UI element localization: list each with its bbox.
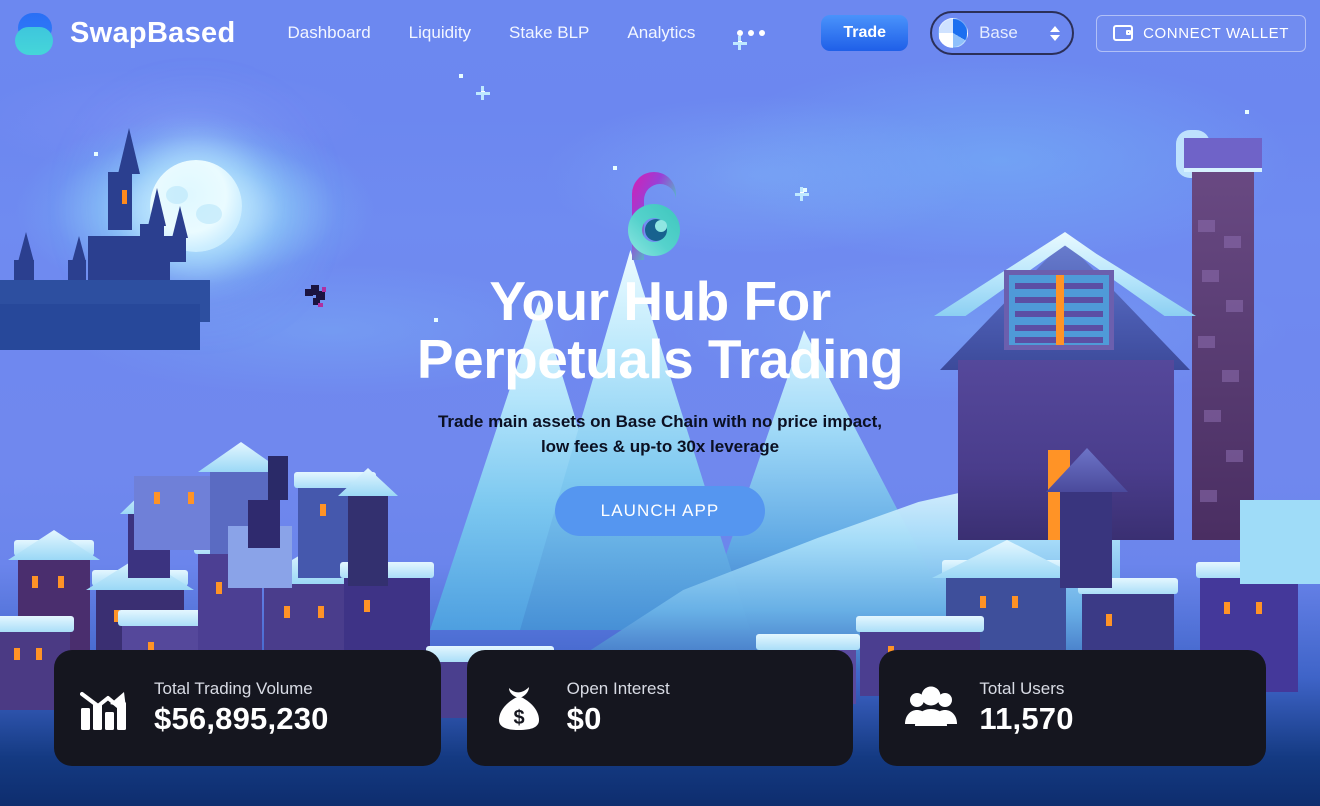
chevron-up-down-icon (1050, 25, 1061, 41)
hero-title-line-2: Perpetuals Trading (416, 328, 904, 391)
connect-wallet-button[interactable]: CONNECT WALLET (1096, 14, 1306, 52)
hero-subtitle-line-1: Trade main assets on Base Chain with no … (437, 411, 883, 431)
base-chain-icon (938, 18, 969, 48)
star-icon (1245, 110, 1249, 114)
stat-value: $0 (566, 701, 602, 736)
page-title: Your Hub For Perpetuals Trading (416, 270, 904, 391)
header-actions: Trade Base CONNECT WALLET (821, 11, 1306, 55)
nav-item-liquidity[interactable]: Liquidity (409, 23, 471, 43)
stats-row: Total Trading Volume $56,895,230 $ Open … (54, 650, 1267, 766)
wallet-icon (1113, 25, 1134, 41)
stat-text: Open Interest $0 (567, 679, 670, 737)
star-sparkle-icon (475, 86, 490, 100)
stat-label: Total Users (979, 679, 1065, 698)
app-header: SwapBased Dashboard Liquidity Stake BLP … (0, 0, 1320, 66)
bar-chart-growth-icon (80, 692, 126, 730)
hero-subtitle: Trade main assets on Base Chain with no … (438, 409, 882, 460)
trade-button[interactable]: Trade (821, 15, 909, 51)
stat-value: $56,895,230 (154, 701, 329, 736)
stat-text: Total Trading Volume $56,895,230 (154, 679, 329, 737)
brand-logo[interactable]: SwapBased (14, 11, 236, 55)
stat-card-open-interest: $ Open Interest $0 (466, 650, 854, 766)
star-icon (459, 74, 463, 78)
ellipsis-icon[interactable] (737, 30, 766, 36)
money-bag-icon: $ (498, 687, 539, 730)
swapbased-logo-icon (14, 11, 58, 55)
stat-card-total-users: Total Users 11,570 (879, 650, 1267, 766)
page-root: SwapBased Dashboard Liquidity Stake BLP … (0, 0, 1320, 806)
connect-wallet-label: CONNECT WALLET (1143, 24, 1289, 42)
nav-item-stake-blp[interactable]: Stake BLP (509, 23, 589, 43)
stat-card-total-trading-volume: Total Trading Volume $56,895,230 (54, 650, 441, 766)
stat-value: 11,570 (979, 701, 1074, 736)
nav-item-analytics[interactable]: Analytics (627, 23, 695, 43)
svg-text:$: $ (513, 707, 524, 729)
stat-label: Open Interest (566, 679, 670, 698)
users-group-icon (905, 686, 958, 726)
stat-label: Total Trading Volume (154, 679, 313, 698)
star-icon (94, 152, 98, 156)
hero-title-line-1: Your Hub For (489, 270, 831, 332)
hero-section: Your Hub For Perpetuals Trading Trade ma… (0, 160, 1320, 536)
brand-name: SwapBased (70, 16, 236, 49)
launch-app-button[interactable]: LAUNCH APP (554, 485, 766, 536)
nav-item-dashboard[interactable]: Dashboard (288, 23, 371, 43)
chain-selector[interactable]: Base (930, 11, 1075, 55)
hero-subtitle-line-2: low fees & up-to 30x leverage (540, 437, 780, 457)
main-nav: Dashboard Liquidity Stake BLP Analytics (288, 23, 766, 43)
swapbased-b-mark-icon (628, 172, 680, 260)
chain-selector-label: Base (979, 23, 1018, 42)
stat-text: Total Users 11,570 (979, 679, 1073, 737)
